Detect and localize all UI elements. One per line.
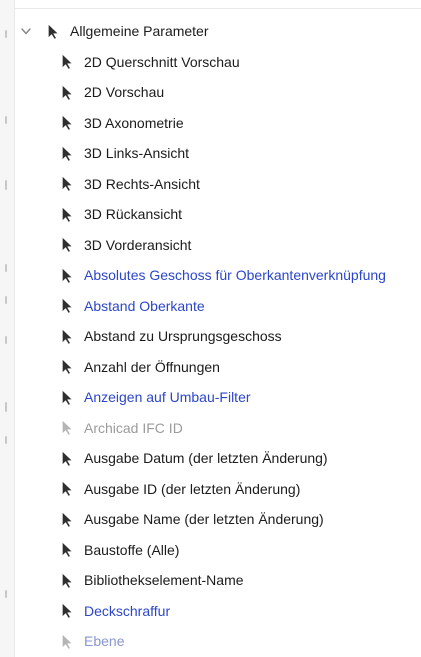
tree-item-label: 2D Querschnitt Vorschau (84, 53, 240, 70)
tree-item-label: 3D Rückansicht (84, 206, 183, 223)
cursor-arrow-icon (60, 83, 74, 101)
tree-item[interactable]: 2D Querschnitt Vorschau (14, 47, 421, 78)
edge-mark (5, 336, 7, 344)
tree-item-label: Anzahl der Öffnungen (84, 358, 220, 375)
parameter-tree: Allgemeine Parameter 2D Querschnitt Vors… (14, 16, 421, 657)
tree-item[interactable]: Abstand zu Ursprungsgeschoss (14, 321, 421, 352)
cursor-arrow-icon (60, 144, 74, 162)
tree-item[interactable]: Baustoffe (Alle) (14, 535, 421, 566)
tree-item-label: Ausgabe Datum (der letzten Änderung) (84, 450, 328, 467)
tree-item-label: 2D Vorschau (84, 84, 165, 101)
cursor-arrow-icon (60, 419, 74, 437)
cursor-arrow-icon (60, 236, 74, 254)
cursor-arrow-icon (60, 480, 74, 498)
tree-item[interactable]: Anzeigen auf Umbau-Filter (14, 382, 421, 413)
tree-item[interactable]: 3D Rechts-Ansicht (14, 169, 421, 200)
edge-mark (5, 30, 7, 38)
tree-item[interactable]: Anzahl der Öffnungen (14, 352, 421, 383)
cursor-arrow-icon (60, 53, 74, 71)
tree-item-label: Ausgabe ID (der letzten Änderung) (84, 480, 301, 497)
cursor-arrow-icon (60, 632, 74, 650)
cursor-arrow-icon (60, 388, 74, 406)
cursor-arrow-icon (46, 22, 60, 40)
tree-item-label: 3D Rechts-Ansicht (84, 175, 200, 192)
tree-item[interactable]: 3D Links-Ansicht (14, 138, 421, 169)
tree-item-label: Anzeigen auf Umbau-Filter (84, 389, 251, 406)
tree-item-label: Deckschraffur (84, 602, 171, 619)
cursor-arrow-icon (60, 510, 74, 528)
edge-mark (5, 296, 7, 304)
tree-item[interactable]: Ebene (14, 626, 421, 657)
tree-item[interactable]: 3D Rückansicht (14, 199, 421, 230)
tree-item-label: 3D Vorderansicht (84, 236, 192, 253)
tree-item[interactable]: Deckschraffur (14, 596, 421, 627)
tree-item-label: Absolutes Geschoss für Oberkantenverknüp… (84, 267, 386, 284)
tree-item[interactable]: Archicad IFC ID (14, 413, 421, 444)
parameter-tree-panel: Allgemeine Parameter 2D Querschnitt Vors… (0, 0, 421, 657)
tree-item-label: Ausgabe Name (der letzten Änderung) (84, 511, 324, 528)
tree-item-label: Ebene (84, 633, 125, 650)
cursor-arrow-icon (60, 541, 74, 559)
tree-item-label: Bibliothekselement-Name (84, 572, 244, 589)
edge-mark (5, 402, 7, 412)
cursor-arrow-icon (60, 358, 74, 376)
cursor-arrow-icon (60, 114, 74, 132)
cursor-arrow-icon (60, 266, 74, 284)
cursor-arrow-icon (60, 327, 74, 345)
tree-item[interactable]: 3D Vorderansicht (14, 230, 421, 261)
tree-item-label: Abstand Oberkante (84, 297, 205, 314)
edge-mark (5, 180, 7, 190)
tree-item-label: Baustoffe (Alle) (84, 541, 180, 558)
header-divider (14, 8, 421, 9)
edge-mark (5, 436, 7, 444)
edge-mark (5, 116, 7, 124)
tree-group-label: Allgemeine Parameter (70, 23, 209, 40)
cursor-arrow-icon (60, 602, 74, 620)
edge-mark (5, 264, 7, 272)
cursor-arrow-icon (60, 205, 74, 223)
tree-item[interactable]: Absolutes Geschoss für Oberkantenverknüp… (14, 260, 421, 291)
tree-item[interactable]: Bibliothekselement-Name (14, 565, 421, 596)
tree-item[interactable]: Abstand Oberkante (14, 291, 421, 322)
cursor-arrow-icon (60, 175, 74, 193)
tree-item[interactable]: 3D Axonometrie (14, 108, 421, 139)
tree-item[interactable]: Ausgabe Datum (der letzten Änderung) (14, 443, 421, 474)
chevron-down-icon[interactable] (20, 25, 32, 37)
tree-item-label: 3D Links-Ansicht (84, 145, 190, 162)
tree-item[interactable]: Ausgabe Name (der letzten Änderung) (14, 504, 421, 535)
cursor-arrow-icon (60, 297, 74, 315)
left-pane-edge (0, 0, 15, 657)
tree-item[interactable]: Ausgabe ID (der letzten Änderung) (14, 474, 421, 505)
edge-mark (5, 590, 7, 598)
tree-group-allgemeine-parameter[interactable]: Allgemeine Parameter (14, 16, 421, 47)
tree-item-label: Archicad IFC ID (84, 419, 183, 436)
tree-item-label: 3D Axonometrie (84, 114, 184, 131)
tree-item[interactable]: 2D Vorschau (14, 77, 421, 108)
tree-item-label: Abstand zu Ursprungsgeschoss (84, 328, 282, 345)
cursor-arrow-icon (60, 571, 74, 589)
cursor-arrow-icon (60, 449, 74, 467)
